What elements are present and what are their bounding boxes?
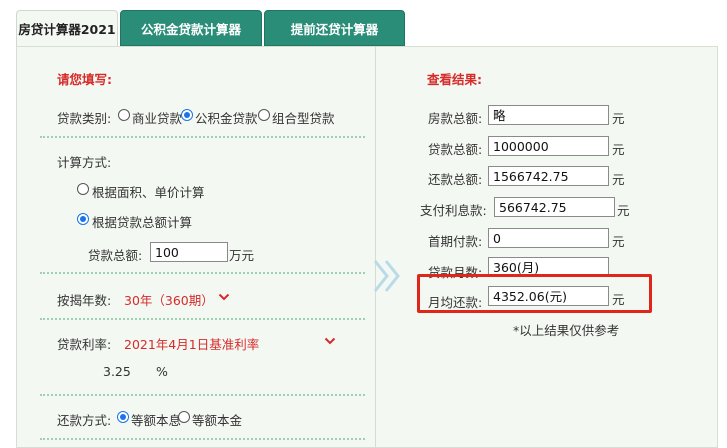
rate-value[interactable]: 3.25 xyxy=(103,364,131,379)
result-interest-field[interactable]: 566742.75 xyxy=(494,197,615,217)
repay-method-label: 还款方式: xyxy=(57,413,112,428)
tab-prepayment-calculator[interactable]: 提前还贷计算器 xyxy=(264,10,405,46)
rate-label: 贷款利率: xyxy=(57,337,112,352)
loan-type-combined-radio[interactable] xyxy=(258,109,270,121)
repay-equal-principal-label[interactable]: 等额本金 xyxy=(192,410,242,429)
result-loan-total-label: 贷款总额: xyxy=(428,142,483,157)
rate-unit: % xyxy=(156,364,168,379)
loan-total-input[interactable]: 100 xyxy=(150,242,228,262)
monthly-payment-highlight xyxy=(417,274,652,313)
result-loan-total-field[interactable]: 1000000 xyxy=(488,136,609,156)
loan-type-label: 贷款类别: xyxy=(57,111,112,126)
chevron-down-icon[interactable] xyxy=(218,293,230,301)
chevron-down-icon[interactable] xyxy=(324,337,336,345)
result-house-total-label: 房款总额: xyxy=(428,111,483,126)
result-repay-total-field[interactable]: 1566742.75 xyxy=(488,166,609,186)
dotted-divider xyxy=(40,272,365,274)
result-loan-total-unit: 元 xyxy=(612,142,625,157)
result-repay-total-unit: 元 xyxy=(612,172,625,187)
years-label: 按揭年数: xyxy=(57,293,112,308)
calc-method-label: 计算方式: xyxy=(57,155,112,170)
loan-type-commercial-label[interactable]: 商业贷款 xyxy=(132,108,182,127)
tab-label: 提前还贷计算器 xyxy=(290,21,379,37)
result-down-payment-field[interactable]: 0 xyxy=(488,228,609,248)
tab-provident-fund-calculator[interactable]: 公积金贷款计算器 xyxy=(120,10,262,46)
repay-equal-installment-radio[interactable] xyxy=(117,411,129,423)
loan-type-provident-radio[interactable] xyxy=(181,109,193,121)
dotted-divider xyxy=(40,394,365,396)
loan-total-label: 贷款总额: xyxy=(88,248,143,263)
repay-equal-principal-radio[interactable] xyxy=(178,411,190,423)
years-select[interactable]: 30年（360期） xyxy=(124,290,214,309)
dotted-divider xyxy=(40,438,365,440)
result-down-payment-unit: 元 xyxy=(612,234,625,249)
calc-by-area-label[interactable]: 根据面积、单价计算 xyxy=(92,182,205,201)
result-repay-total-label: 还款总额: xyxy=(428,172,483,187)
double-chevron-right-icon xyxy=(373,260,400,292)
loan-type-commercial-radio[interactable] xyxy=(118,109,130,121)
result-section-title: 查看结果: xyxy=(427,72,482,87)
dotted-divider xyxy=(40,318,365,320)
result-interest-label: 支付利息款: xyxy=(420,203,487,218)
rate-select[interactable]: 2021年4月1日基准利率 xyxy=(124,334,259,353)
loan-total-unit: 万元 xyxy=(229,248,255,263)
repay-equal-installment-label[interactable]: 等额本息 xyxy=(131,410,181,429)
tab-mortgage-calculator-2021[interactable]: 房贷计算器2021 xyxy=(16,10,118,46)
loan-type-provident-label[interactable]: 公积金贷款 xyxy=(195,108,258,127)
panel-divider xyxy=(375,46,376,448)
calc-by-total-label[interactable]: 根据贷款总额计算 xyxy=(92,212,192,231)
tab-label: 公积金贷款计算器 xyxy=(140,21,241,37)
result-house-total-field[interactable]: 略 xyxy=(488,105,609,125)
input-section-title: 请您填写: xyxy=(57,72,112,87)
loan-type-combined-label[interactable]: 组合型贷款 xyxy=(272,108,335,127)
result-down-payment-label: 首期付款: xyxy=(428,234,483,249)
calc-by-total-radio[interactable] xyxy=(77,213,89,225)
tab-label: 房贷计算器2021 xyxy=(18,22,116,37)
result-house-total-unit: 元 xyxy=(612,111,625,126)
dotted-divider xyxy=(40,136,365,138)
result-interest-unit: 元 xyxy=(617,203,630,218)
result-disclaimer: *以上结果仅供参考 xyxy=(513,323,620,338)
calc-by-area-radio[interactable] xyxy=(77,183,89,195)
